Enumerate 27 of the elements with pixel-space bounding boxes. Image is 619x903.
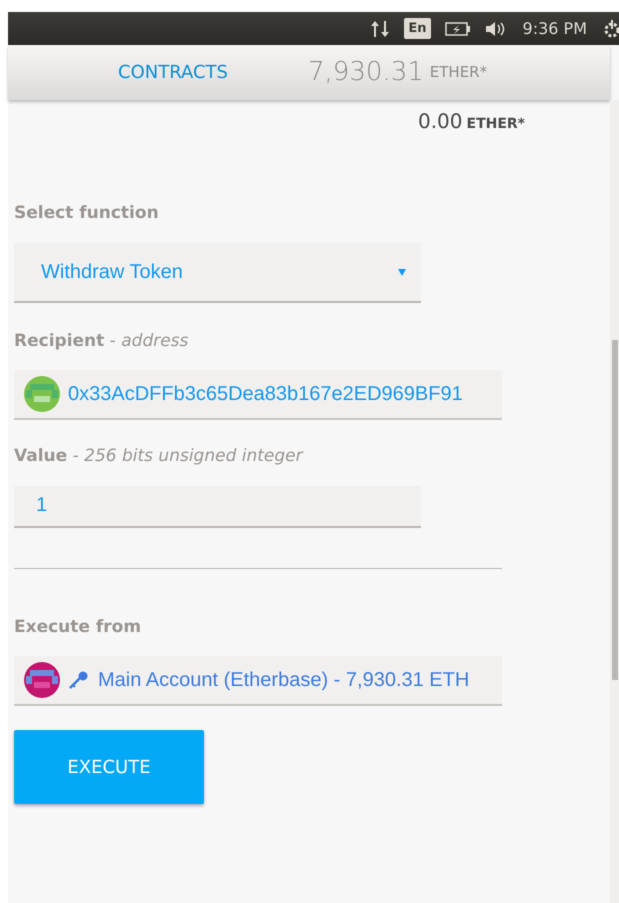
balance-unit: ETHER* bbox=[466, 116, 525, 132]
address-field[interactable]: 0x33AcDFFb3c65Dea83b167e2ED969BF91 bbox=[14, 370, 502, 420]
balance-amount: 7,930.31 bbox=[308, 56, 424, 89]
caret-icon bbox=[397, 268, 407, 276]
key-icon bbox=[68, 670, 90, 690]
account-text: Main Account (Etherbase) - 7,930.31 ETH bbox=[98, 668, 470, 693]
execute-button[interactable]: EXECUTE bbox=[14, 730, 204, 804]
scrollbar-thumb[interactable] bbox=[612, 340, 618, 680]
account-select[interactable]: Main Account (Etherbase) - 7,930.31 ETH bbox=[14, 656, 502, 706]
function-select[interactable]: Withdraw Token bbox=[14, 242, 421, 302]
keyboard-indicator[interactable]: En bbox=[404, 18, 431, 40]
network-icon[interactable] bbox=[370, 20, 390, 38]
contracts-link[interactable]: CONTRACTS bbox=[118, 59, 308, 86]
balance-amount: 0.00 bbox=[418, 109, 462, 133]
value-input[interactable]: 1 bbox=[14, 486, 421, 528]
field-label: Execute from bbox=[14, 616, 142, 638]
balance-unit: ETHER* bbox=[430, 62, 488, 84]
field-label: Recipient - address bbox=[14, 330, 190, 352]
battery-icon[interactable] bbox=[444, 22, 471, 36]
address-text: 0x33AcDFFb3c65Dea83b167e2ED969BF91 bbox=[68, 382, 463, 407]
field-label: Value - 256 bits unsigned integer bbox=[14, 445, 304, 468]
select-value: Withdraw Token bbox=[41, 260, 183, 284]
field-label: Select function bbox=[14, 202, 160, 225]
identicon-icon bbox=[24, 376, 60, 412]
clock-text[interactable]: 9:36 PM bbox=[522, 16, 587, 40]
identicon-icon bbox=[24, 662, 60, 698]
scrollbar[interactable] bbox=[610, 100, 619, 903]
